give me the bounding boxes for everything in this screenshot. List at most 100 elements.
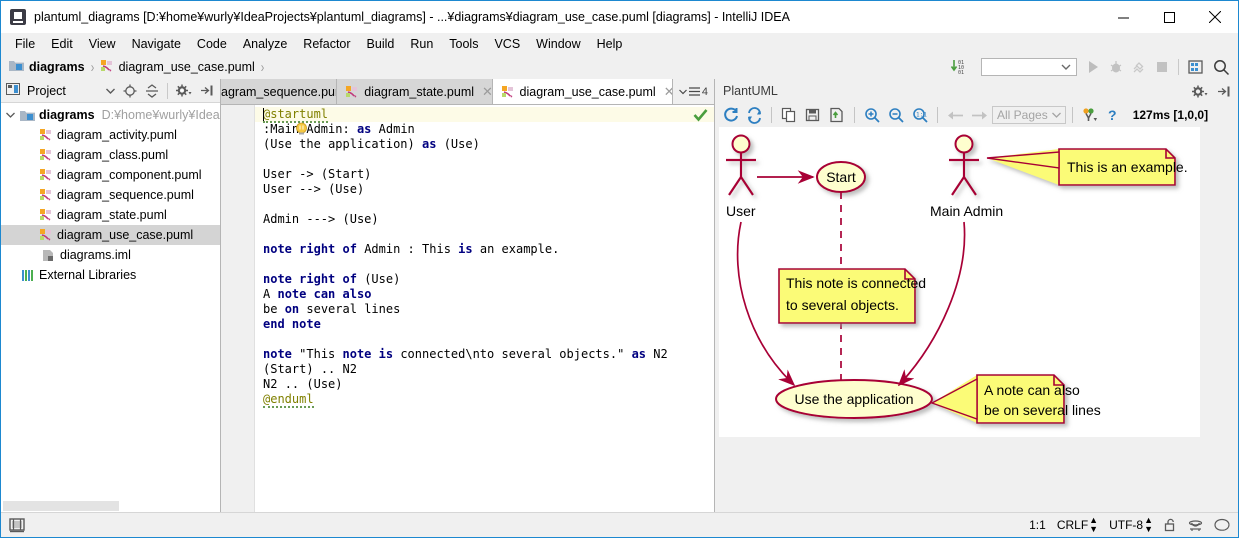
close-icon[interactable]: ✕: [664, 85, 672, 98]
menu-tools[interactable]: Tools: [441, 35, 486, 53]
menu-view[interactable]: View: [81, 35, 124, 53]
usecase-use-label: Use the application: [794, 391, 913, 407]
run-configuration-combo[interactable]: [981, 58, 1077, 76]
encoding-label: UTF-8: [1109, 518, 1144, 532]
menu-code[interactable]: Code: [189, 35, 235, 53]
tree-item-diagram-class[interactable]: diagram_class.puml: [1, 145, 220, 165]
hide-panel-icon[interactable]: [1217, 85, 1230, 98]
hector-inspection-icon[interactable]: [1188, 518, 1203, 533]
line-separator-widget[interactable]: CRLF ▲ ▼: [1057, 516, 1098, 534]
project-panel-tools: [106, 82, 220, 99]
tree-item-diagrams-iml[interactable]: diagrams.iml: [1, 245, 220, 265]
locate-target-icon[interactable]: [123, 84, 137, 98]
next-page-icon[interactable]: [968, 104, 990, 126]
menu-vcs[interactable]: VCS: [486, 35, 528, 53]
download-binary-icon[interactable]: 01 10 01: [950, 59, 972, 75]
tree-item-diagram-activity[interactable]: diagram_activity.puml: [1, 125, 220, 145]
menu-edit[interactable]: Edit: [43, 35, 81, 53]
updown-arrow-icon: ▲ ▼: [1089, 515, 1099, 534]
zoom-out-icon[interactable]: [885, 104, 907, 126]
zoom-in-icon[interactable]: [861, 104, 883, 126]
maximize-button[interactable]: [1146, 1, 1192, 33]
chevron-down-icon[interactable]: [1, 110, 19, 121]
debug-icon[interactable]: [1109, 60, 1123, 74]
breadcrumb-file[interactable]: diagram_use_case.puml: [100, 59, 255, 76]
menu-refactor[interactable]: Refactor: [295, 35, 358, 53]
copy-icon[interactable]: [778, 104, 800, 126]
prev-page-icon[interactable]: [944, 104, 966, 126]
collapse-all-icon[interactable]: [145, 83, 159, 98]
coverage-icon[interactable]: [1132, 60, 1146, 74]
menu-build[interactable]: Build: [359, 35, 403, 53]
stop-icon[interactable]: [1155, 60, 1169, 74]
text-caret: [263, 108, 264, 121]
puml-file-icon: [37, 148, 54, 162]
tree-item-diagram-use-case[interactable]: diagram_use_case.puml: [1, 225, 220, 245]
svg-text:1:1: 1:1: [916, 111, 927, 118]
project-horizontal-scrollbar[interactable]: [1, 498, 220, 512]
menu-help[interactable]: Help: [589, 35, 631, 53]
hide-panel-icon[interactable]: [200, 84, 213, 97]
code-text[interactable]: @startuml :Main Admin: as Admin (Use the…: [255, 105, 714, 512]
tab-count-label: 4: [701, 85, 709, 98]
tab-diagram-state[interactable]: diagram_state.puml ✕: [337, 79, 493, 104]
event-log-icon[interactable]: [1214, 518, 1230, 533]
menu-navigate[interactable]: Navigate: [124, 35, 189, 53]
tab-diagram-use-case[interactable]: diagram_use_case.puml ✕: [492, 79, 673, 104]
code-line-3: (Use the application) as (Use): [263, 137, 480, 151]
tree-item-diagram-component[interactable]: diagram_component.puml: [1, 165, 220, 185]
tab-diagram-sequence[interactable]: agram_sequence.puml ✕: [221, 79, 338, 104]
plantuml-panel-tools: [1192, 85, 1238, 98]
close-button[interactable]: [1192, 1, 1238, 33]
note-multiline-line-1: A note can also: [984, 382, 1080, 398]
run-icon[interactable]: [1086, 60, 1100, 74]
render-time-label: 127ms [1,0,0]: [1132, 108, 1209, 122]
menu-window[interactable]: Window: [528, 35, 588, 53]
inspections-ok-icon[interactable]: [693, 108, 708, 126]
save-icon[interactable]: [802, 104, 824, 126]
editor-gutter[interactable]: [221, 105, 255, 512]
chevron-down-icon[interactable]: [106, 88, 115, 94]
puml-file-icon: [37, 128, 54, 142]
reload-icon[interactable]: [719, 104, 741, 126]
caret-position[interactable]: 1:1: [1029, 518, 1046, 532]
tree-item-diagrams[interactable]: diagrams D:¥home¥wurly¥IdeaPro: [1, 105, 220, 125]
note-example-line-1: This is an example.: [1067, 159, 1188, 175]
tab-list-button[interactable]: 4: [672, 79, 715, 104]
plantuml-diagram-canvas[interactable]: User Main Admin Start Use the applicatio…: [719, 127, 1200, 437]
intellij-idea-window: plantuml_diagrams [D:¥home¥wurly¥IdeaPro…: [0, 0, 1239, 538]
zoom-actual-icon[interactable]: 1:1: [909, 104, 931, 126]
tree-item-diagram-sequence[interactable]: diagram_sequence.puml: [1, 185, 220, 205]
code-editor[interactable]: @startuml :Main Admin: as Admin (Use the…: [221, 104, 714, 512]
pages-select[interactable]: All Pages: [992, 106, 1066, 124]
breadcrumb-diagrams[interactable]: diagrams: [9, 59, 85, 75]
scrollbar-thumb[interactable]: [3, 501, 119, 511]
lock-icon[interactable]: [1164, 518, 1177, 532]
menu-run[interactable]: Run: [402, 35, 441, 53]
tree-item-label: diagram_state.puml: [57, 208, 167, 222]
settings-gear-icon[interactable]: [176, 84, 192, 97]
settings-gear-icon[interactable]: [1192, 85, 1208, 98]
menu-analyze[interactable]: Analyze: [235, 35, 295, 53]
toggle-tool-windows-icon[interactable]: [9, 517, 25, 533]
close-icon[interactable]: ✕: [482, 85, 491, 98]
database-icon[interactable]: [1188, 59, 1204, 75]
menu-file[interactable]: File: [7, 35, 43, 53]
usecase-start-label: Start: [826, 169, 856, 185]
auto-reload-icon[interactable]: [743, 104, 765, 126]
encoding-widget[interactable]: UTF-8 ▲ ▼: [1109, 516, 1153, 534]
tree-item-path: D:¥home¥wurly¥IdeaPro: [101, 108, 220, 122]
minimize-button[interactable]: [1100, 1, 1146, 33]
help-question-icon[interactable]: ?: [1103, 104, 1125, 126]
export-icon[interactable]: [826, 104, 848, 126]
lightbulb-icon[interactable]: [295, 122, 308, 139]
tree-item-external-libraries[interactable]: External Libraries: [1, 265, 220, 285]
window-controls: [1100, 1, 1238, 33]
preferences-icon[interactable]: [1079, 104, 1101, 126]
project-tree[interactable]: diagrams D:¥home¥wurly¥IdeaPro diagram_a…: [1, 103, 220, 498]
puml-file-icon: [37, 188, 54, 202]
tree-item-diagram-state[interactable]: diagram_state.puml: [1, 205, 220, 225]
search-everywhere-icon[interactable]: [1213, 59, 1230, 76]
